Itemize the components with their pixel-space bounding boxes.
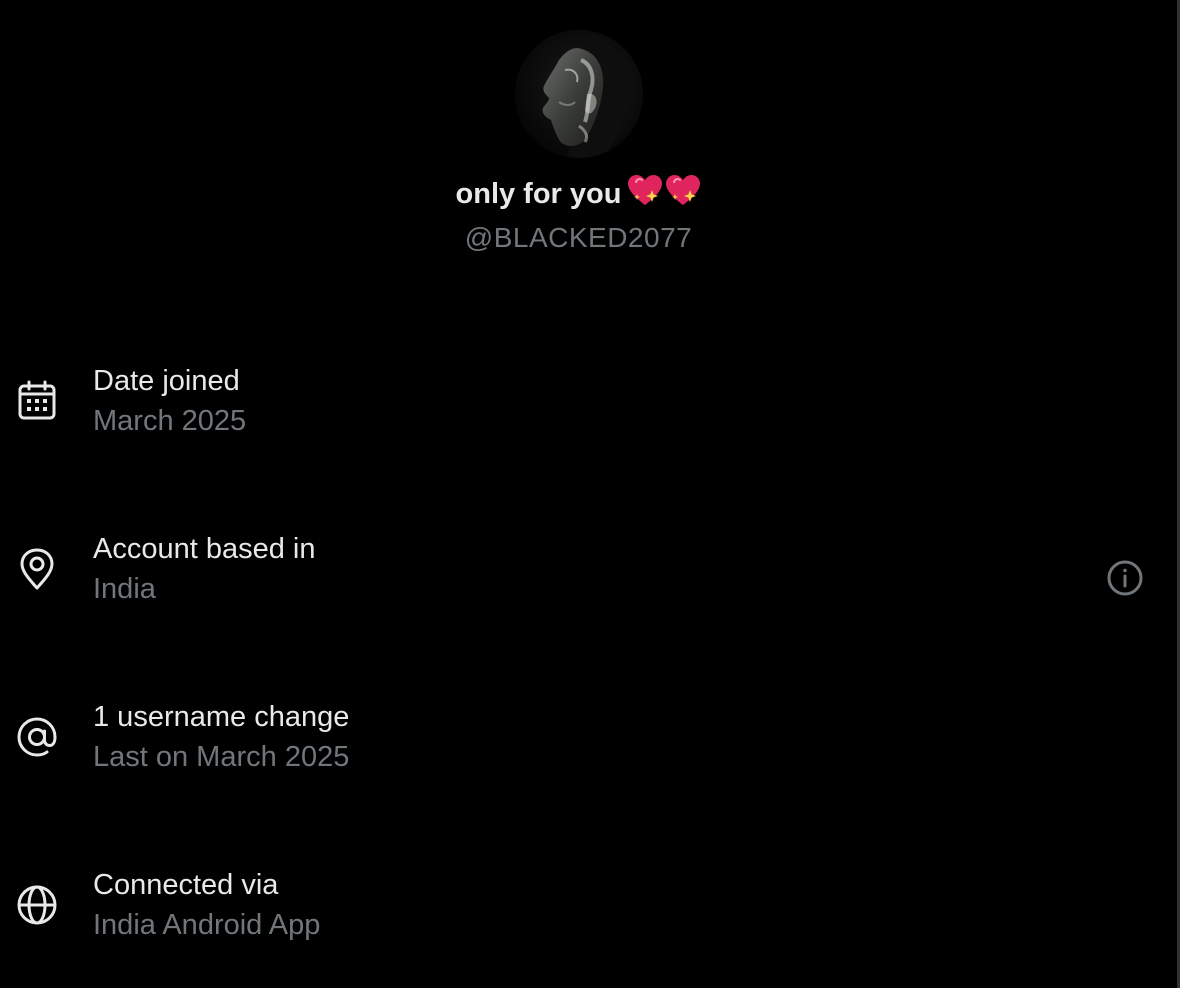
info-icon[interactable] — [1104, 557, 1146, 599]
info-row-date-joined: Date joined March 2025 — [0, 361, 1160, 461]
info-row-connected-via: Connected via India Android App — [0, 865, 1160, 965]
row-title: Connected via — [93, 869, 279, 901]
info-row-username-change: 1 username change Last on March 2025 — [0, 697, 1160, 797]
user-handle: @BLACKED2077 — [464, 222, 693, 253]
row-value: India — [93, 573, 156, 605]
at-sign-icon — [14, 714, 60, 760]
profile-header: only for you @BLACKED2077 — [0, 0, 1180, 290]
row-value: March 2025 — [93, 405, 247, 437]
row-value: India Android App — [93, 909, 321, 941]
info-row-account-based-in: Account based in India — [0, 529, 1160, 629]
globe-icon — [14, 882, 60, 928]
location-pin-icon — [14, 546, 60, 592]
sparkling-heart-icon — [665, 174, 701, 219]
row-title: Account based in — [93, 533, 316, 565]
display-name-text: only for you — [455, 178, 622, 210]
row-title: 1 username change — [93, 701, 350, 733]
sparkling-heart-icon — [627, 174, 663, 219]
calendar-icon — [14, 378, 60, 424]
row-value: Last on March 2025 — [93, 741, 350, 773]
avatar[interactable] — [515, 30, 643, 158]
display-name: only for you — [0, 174, 1157, 219]
avatar-image — [515, 30, 643, 158]
row-title: Date joined — [93, 365, 240, 397]
